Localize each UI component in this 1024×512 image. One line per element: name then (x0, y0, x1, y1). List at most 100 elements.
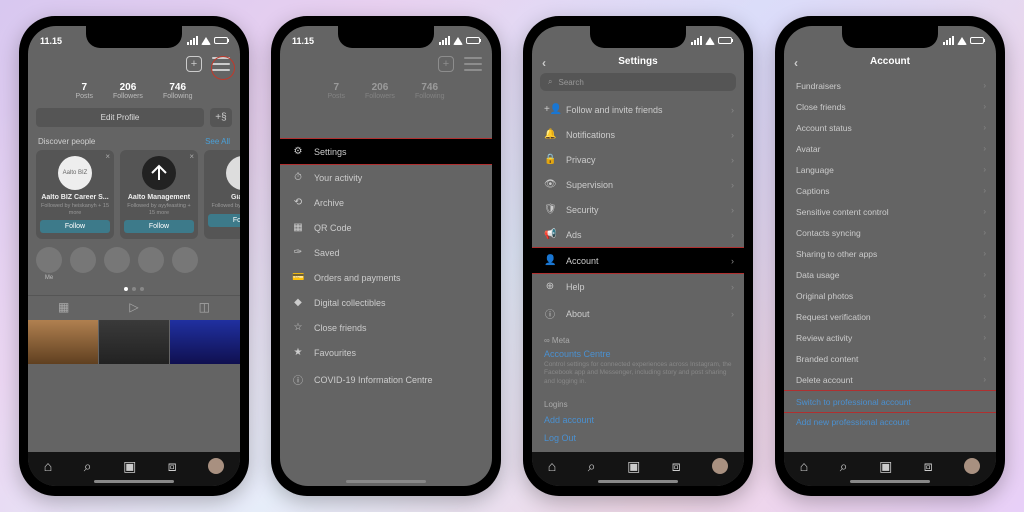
account-item[interactable]: Close friends› (784, 96, 996, 117)
add-professional-link[interactable]: Add new professional account (796, 417, 909, 427)
menu-item[interactable]: ☆Close friends (280, 315, 492, 340)
menu-item[interactable]: ✑Saved (280, 240, 492, 265)
settings-item[interactable]: 👤Account› (532, 247, 744, 274)
accounts-centre-link[interactable]: Accounts Centre (544, 349, 611, 359)
discover-people-button[interactable]: +§ (210, 108, 232, 127)
menu-item[interactable]: ▦QR Code (280, 215, 492, 240)
menu-item[interactable]: ⓘCOVID-19 Information Centre (280, 365, 492, 394)
settings-item[interactable]: +👤Follow and invite friends› (532, 97, 744, 122)
home-icon[interactable]: ⌂ (800, 458, 808, 474)
reels-icon[interactable]: ▣ (627, 458, 640, 475)
account-item[interactable]: Sharing to other apps› (784, 243, 996, 264)
settings-item[interactable]: 👁Supervision› (532, 172, 744, 197)
stat-following[interactable]: 746Following (163, 82, 193, 100)
account-item[interactable]: Account status› (784, 117, 996, 138)
suggestion-card: × Gia H... Followed by xluffy.04.75... F… (204, 150, 240, 239)
story-highlights: Me (28, 239, 240, 285)
post-thumb[interactable] (99, 320, 169, 364)
wifi-icon (705, 37, 715, 45)
profile-icon[interactable] (712, 458, 728, 474)
settings-item[interactable]: 📢Ads› (532, 222, 744, 247)
account-item[interactable]: Original photos› (784, 285, 996, 306)
reels-icon[interactable]: ▣ (879, 458, 892, 475)
highlight-menu-circle (211, 56, 235, 80)
shop-icon[interactable]: ⧈ (672, 458, 681, 475)
reels-tab-icon[interactable]: ▷ (129, 300, 138, 314)
signal-icon (187, 36, 198, 45)
log-out-link[interactable]: Log Out (544, 433, 576, 443)
profile-icon[interactable] (964, 458, 980, 474)
menu-item[interactable]: ◆Digital collectibles (280, 290, 492, 315)
story[interactable] (172, 247, 198, 273)
suggestion-card: × Aalto Management Followed by ayyfeasti… (120, 150, 198, 239)
row-icon: 🔔 (544, 129, 556, 140)
edit-profile-button[interactable]: Edit Profile (36, 108, 204, 127)
add-account-link[interactable]: Add account (544, 415, 594, 425)
home-indicator (94, 480, 174, 483)
suggestion-cards: × Aalto BIZ Aalto BIZ Career S... Follow… (28, 150, 240, 239)
home-indicator (346, 480, 426, 483)
post-thumb[interactable] (28, 320, 98, 364)
account-item[interactable]: Fundraisers› (784, 75, 996, 96)
account-item[interactable]: Branded content› (784, 348, 996, 369)
shop-icon[interactable]: ⧈ (924, 458, 933, 475)
settings-item[interactable]: 🔔Notifications› (532, 122, 744, 147)
menu-icon: ✑ (292, 247, 304, 258)
close-icon[interactable]: × (189, 152, 194, 161)
search-icon[interactable]: ⌕ (588, 458, 596, 475)
settings-item[interactable]: 🛡Security› (532, 197, 744, 222)
account-item[interactable]: Review activity› (784, 327, 996, 348)
account-item[interactable]: Sensitive content control› (784, 201, 996, 222)
story[interactable] (36, 247, 62, 273)
stat-followers[interactable]: 206Followers (113, 82, 143, 100)
account-item[interactable]: Avatar› (784, 138, 996, 159)
see-all-link[interactable]: See All (205, 137, 230, 146)
tagged-tab-icon[interactable]: ◫ (199, 300, 210, 314)
home-icon[interactable]: ⌂ (548, 458, 556, 474)
create-button: + (438, 56, 454, 72)
reels-icon[interactable]: ▣ (123, 458, 136, 475)
settings-item[interactable]: ⊕Help› (532, 274, 744, 299)
menu-item[interactable]: ★Favourites (280, 340, 492, 365)
chevron-right-icon: › (731, 205, 734, 215)
story[interactable] (70, 247, 96, 273)
settings-item[interactable]: 🔒Privacy› (532, 147, 744, 172)
account-item[interactable]: Delete account› (784, 369, 996, 390)
story[interactable] (104, 247, 130, 273)
phone-account: ‹ Account Fundraisers›Close friends›Acco… (775, 16, 1005, 496)
follow-button[interactable]: Follow (124, 220, 194, 233)
back-icon[interactable]: ‹ (794, 56, 798, 70)
menu-item[interactable]: 💳Orders and payments (280, 265, 492, 290)
profile-icon[interactable] (208, 458, 224, 474)
search-input[interactable]: ⌕Search (540, 73, 736, 91)
chevron-right-icon: › (983, 207, 986, 216)
grid-tab-icon[interactable]: ▦ (58, 300, 69, 314)
account-item[interactable]: Contacts syncing› (784, 222, 996, 243)
search-icon[interactable]: ⌕ (840, 458, 848, 475)
close-icon[interactable]: × (105, 152, 110, 161)
follow-button[interactable]: Follow (208, 214, 240, 227)
menu-icon: ★ (292, 347, 304, 358)
home-icon[interactable]: ⌂ (44, 458, 52, 474)
shop-icon[interactable]: ⧈ (168, 458, 177, 475)
menu-item-settings[interactable]: ⚙Settings (280, 138, 492, 165)
account-item[interactable]: Request verification› (784, 306, 996, 327)
account-item[interactable]: Language› (784, 159, 996, 180)
switch-professional-link[interactable]: Switch to professional account (784, 390, 996, 413)
avatar (226, 156, 240, 190)
stat-posts[interactable]: 7Posts (75, 82, 93, 100)
back-icon[interactable]: ‹ (542, 56, 546, 70)
account-item[interactable]: Data usage› (784, 264, 996, 285)
profile-stats: 7Posts 206Followers 746Following (28, 78, 240, 108)
menu-item[interactable]: ⏱Your activity (280, 165, 492, 190)
search-icon[interactable]: ⌕ (84, 458, 92, 475)
notch (338, 26, 434, 48)
logins-header: Logins (532, 392, 744, 411)
post-thumb[interactable] (170, 320, 240, 364)
story[interactable] (138, 247, 164, 273)
settings-item[interactable]: ⓘAbout› (532, 299, 744, 328)
menu-item[interactable]: ⟲Archive (280, 190, 492, 215)
follow-button[interactable]: Follow (40, 220, 110, 233)
account-item[interactable]: Captions› (784, 180, 996, 201)
create-button[interactable]: + (186, 56, 202, 72)
